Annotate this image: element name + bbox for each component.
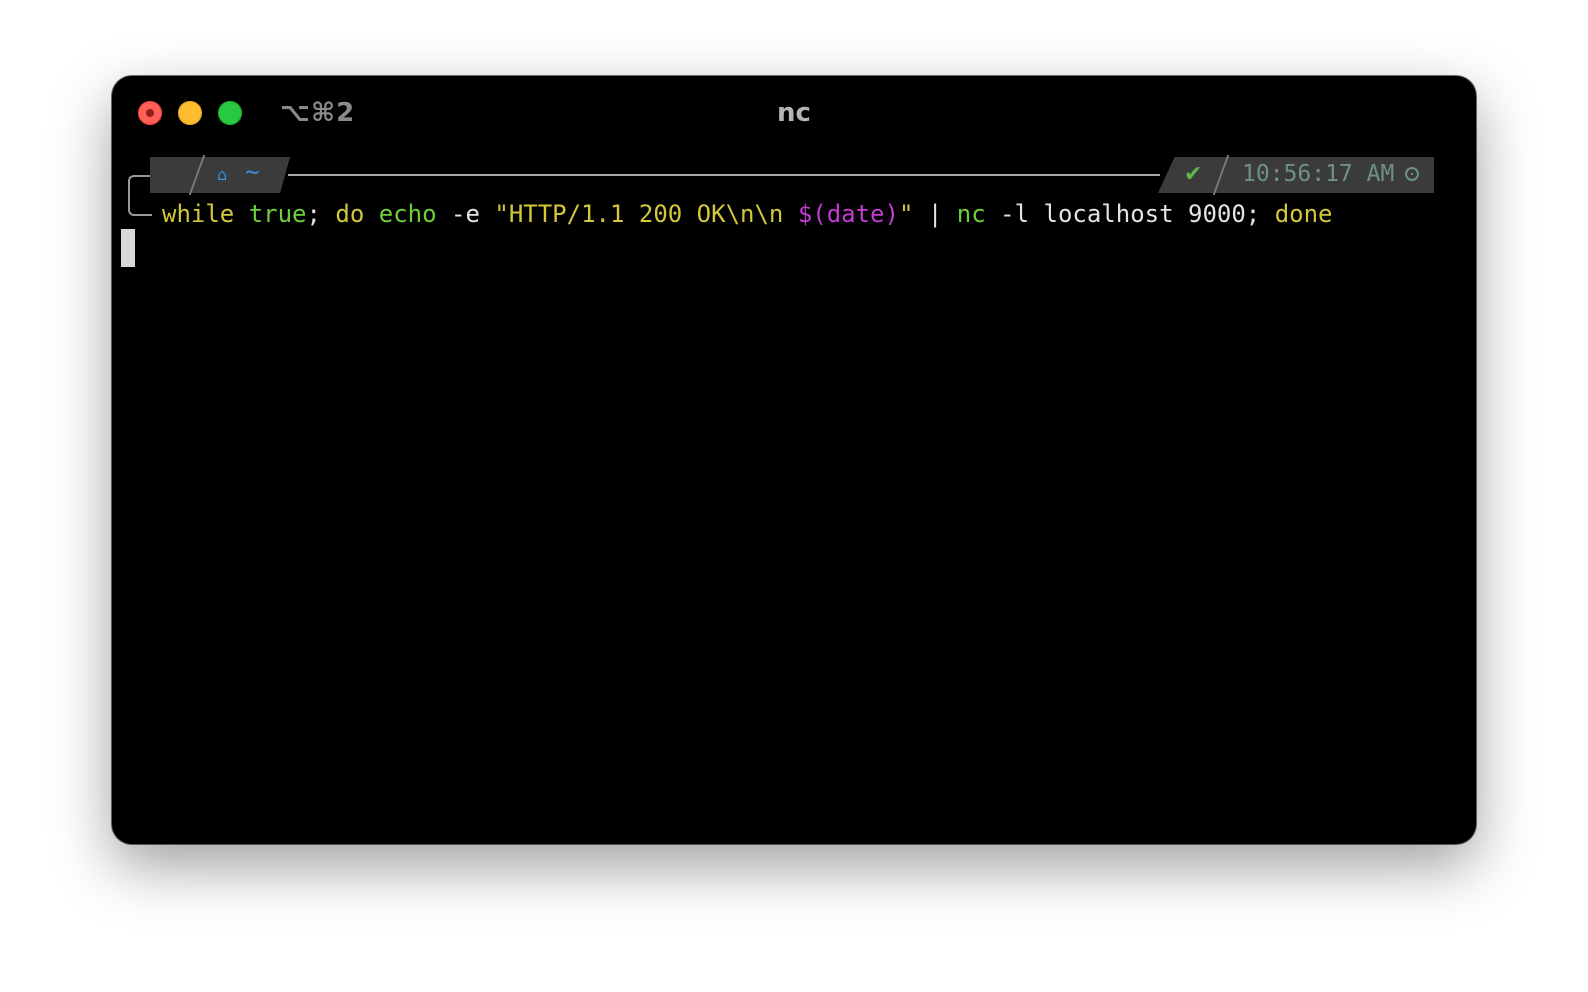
token-host: localhost: [1043, 200, 1174, 228]
token-string-close: ": [898, 200, 914, 228]
window-title: nc: [777, 98, 811, 128]
command-line: while true; do echo -e "HTTP/1.1 200 OK\…: [162, 198, 1333, 230]
token-semicolon: ;: [306, 200, 321, 228]
token-string: "HTTP/1.1 200 OK\n\n: [494, 200, 798, 228]
token-done: done: [1274, 200, 1333, 228]
token-pipe: |: [927, 200, 943, 228]
terminal-window: ⌥⌘2 nc ⌂ ~ ✔ 10:56:17 AM while true; do …: [112, 76, 1476, 844]
token-nc: nc: [956, 200, 986, 228]
clock-icon: [1405, 167, 1419, 181]
token-subshell: $(date): [797, 200, 899, 228]
prompt-path: ~: [245, 158, 260, 186]
home-icon: ⌂: [217, 165, 228, 184]
token-port: 9000: [1188, 200, 1246, 228]
title-bar: ⌥⌘2 nc: [112, 76, 1476, 148]
check-icon: ✔: [1184, 162, 1203, 187]
prompt-time: 10:56:17 AM: [1242, 161, 1395, 187]
token-semicolon: ;: [1245, 200, 1261, 228]
token-while: while: [162, 200, 235, 228]
token-flag-e: -e: [451, 200, 480, 228]
terminal-cursor[interactable]: [121, 229, 135, 267]
token-do: do: [335, 200, 365, 228]
token-flag-l: -l: [1000, 200, 1030, 228]
token-echo: echo: [378, 200, 437, 228]
prompt-rule: [288, 174, 1160, 176]
prompt-bracket: [128, 175, 152, 216]
token-true: true: [248, 200, 307, 228]
